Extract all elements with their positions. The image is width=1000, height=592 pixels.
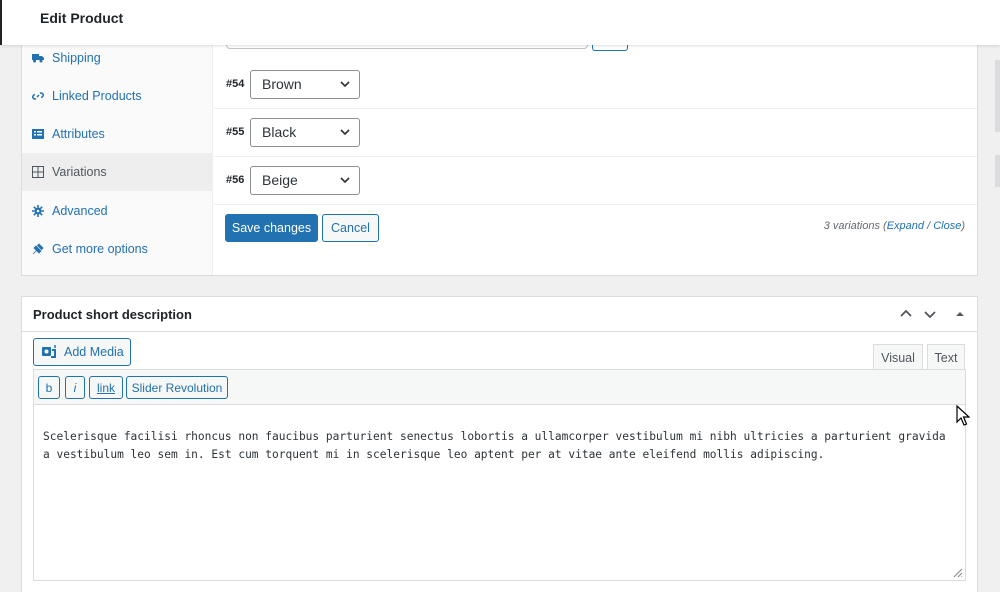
tab-variations[interactable]: Variations [22,153,212,191]
tab-label: Attributes [52,127,105,141]
short-description-box: Product short description Add Media Visu… [21,296,978,592]
tab-get-more-options[interactable]: Get more options [22,230,212,268]
page-title: Edit Product [40,10,124,26]
variations-area: #54 Brown #55 Black #56 Beige Save chang… [214,31,977,275]
scroll-edge [995,60,1000,132]
close-link[interactable]: Close [933,220,961,232]
cancel-button[interactable]: Cancel [322,214,379,242]
plugin-icon [32,243,44,255]
box-title: Product short description [33,307,192,322]
text-editor: b i link Slider Revolution Scelerisque f… [33,369,966,581]
variation-color-select[interactable]: Black [250,118,360,147]
slider-revolution-button[interactable]: Slider Revolution [126,376,228,399]
chevron-down-icon [340,129,350,136]
link-icon [32,90,44,102]
short-description-header: Product short description [22,297,977,332]
product-data-panel: Shipping Linked Products Attributes Vari… [21,30,978,276]
chevron-down-icon [340,81,350,88]
tab-text[interactable]: Text [927,344,965,370]
product-data-tabs: Shipping Linked Products Attributes Vari… [22,31,213,275]
gear-icon [32,205,44,217]
variation-id: #55 [226,126,245,138]
separator: / [924,220,934,232]
move-down-icon[interactable] [921,305,939,323]
count-text: 3 variations ( [823,220,887,232]
add-media-label: Add Media [64,345,124,359]
variation-id: #56 [226,174,245,186]
top-bar: Edit Product [0,0,1000,45]
chevron-down-icon [340,177,350,184]
tab-label: Linked Products [52,89,142,103]
quicktags-toolbar: b i link Slider Revolution [34,370,965,405]
variation-id: #54 [226,78,245,90]
short-description-textarea[interactable]: Scelerisque facilisi rhoncus non faucibu… [34,406,965,580]
count-end: ) [961,220,965,232]
variation-row: #56 Beige [214,157,977,205]
tab-label: Shipping [52,51,101,65]
truck-icon [32,52,44,64]
variation-row: #54 Brown [214,61,977,109]
add-media-button[interactable]: Add Media [33,338,131,366]
save-changes-button[interactable]: Save changes [225,214,318,242]
media-icon [42,344,56,358]
variation-color-select[interactable]: Beige [250,166,360,195]
select-value: Brown [262,76,302,92]
list-icon [32,128,44,140]
italic-button[interactable]: i [65,376,85,399]
variation-row: #55 Black [214,109,977,157]
tab-attributes[interactable]: Attributes [22,115,212,153]
mouse-cursor-icon [956,405,970,426]
select-value: Black [262,124,297,140]
resize-handle-icon[interactable] [951,566,963,578]
tab-label: Advanced [52,204,108,218]
variation-count: 3 variations (Expand / Close) [824,220,965,232]
tab-label: Get more options [52,242,148,256]
scroll-edge [995,155,1000,187]
toggle-panel-icon[interactable] [951,305,969,323]
bold-button[interactable]: b [38,376,60,399]
tab-linked-products[interactable]: Linked Products [22,77,212,115]
expand-link[interactable]: Expand [887,220,924,232]
move-up-icon[interactable] [897,305,915,323]
tab-advanced[interactable]: Advanced [22,192,212,230]
variation-color-select[interactable]: Brown [250,70,360,99]
select-value: Beige [262,172,298,188]
tab-visual[interactable]: Visual [873,344,923,370]
grid-icon [32,166,44,178]
tab-label: Variations [52,165,107,179]
link-button[interactable]: link [89,376,123,399]
